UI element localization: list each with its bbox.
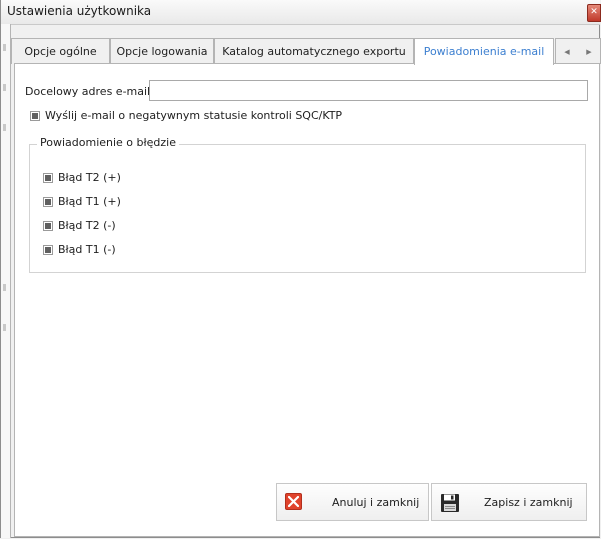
error-t2-plus-checkbox[interactable] (43, 173, 53, 183)
save-button-label: Zapisz i zamknij (484, 496, 573, 509)
send-on-negative-checkbox[interactable] (30, 111, 40, 121)
tab-scroll-right-icon[interactable]: ▶ (586, 48, 591, 56)
save-and-close-button[interactable]: Zapisz i zamknij (431, 483, 587, 521)
strip-marker (3, 284, 6, 291)
close-window-button[interactable]: ✕ (587, 4, 601, 22)
error-notification-group-title: Powiadomienie o błędzie (37, 136, 179, 149)
title-bar[interactable]: Ustawienia użytkownika ✕ (1, 0, 601, 25)
tab-auto-export-folder[interactable]: Katalog automatycznego exportu (214, 38, 414, 64)
strip-marker (3, 124, 6, 131)
error-t2-minus-label[interactable]: Błąd T2 (-) (58, 219, 116, 232)
strip-marker (3, 44, 6, 51)
window-title: Ustawienia użytkownika (7, 4, 152, 18)
cancel-and-close-button[interactable]: Anuluj i zamknij (276, 483, 429, 521)
floppy-disk-icon (440, 493, 460, 513)
error-t1-plus-checkbox[interactable] (43, 197, 53, 207)
email-input[interactable] (149, 80, 588, 101)
error-t2-plus-label[interactable]: Błąd T2 (+) (58, 171, 121, 184)
error-t2-minus-checkbox[interactable] (43, 221, 53, 231)
tab-strip: Opcje ogólne Opcje logowania Katalog aut… (10, 38, 601, 65)
close-icon (285, 493, 302, 510)
close-icon: ✕ (590, 7, 598, 17)
tab-scroll-left-icon[interactable]: ◀ (564, 48, 569, 56)
error-t1-minus-checkbox[interactable] (43, 245, 53, 255)
tab-scroll-buttons: ◀ ▶ (555, 38, 601, 64)
error-t1-minus-label[interactable]: Błąd T1 (-) (58, 243, 116, 256)
tab-content-panel (14, 63, 600, 537)
strip-marker (3, 84, 6, 91)
tab-email-notifications[interactable]: Powiadomienia e-mail (414, 38, 554, 65)
strip-marker (3, 324, 6, 331)
settings-window: Ustawienia użytkownika ✕ Opcje ogólne Op… (0, 0, 601, 538)
send-on-negative-label[interactable]: Wyślij e-mail o negatywnym statusie kont… (45, 109, 342, 122)
cancel-button-label: Anuluj i zamknij (332, 496, 420, 509)
email-label: Docelowy adres e-mail (25, 85, 151, 98)
error-t1-plus-label[interactable]: Błąd T1 (+) (58, 195, 121, 208)
tab-login-options[interactable]: Opcje logowania (110, 38, 214, 64)
left-edge-strip (1, 24, 11, 538)
tab-general-options[interactable]: Opcje ogólne (11, 38, 110, 64)
